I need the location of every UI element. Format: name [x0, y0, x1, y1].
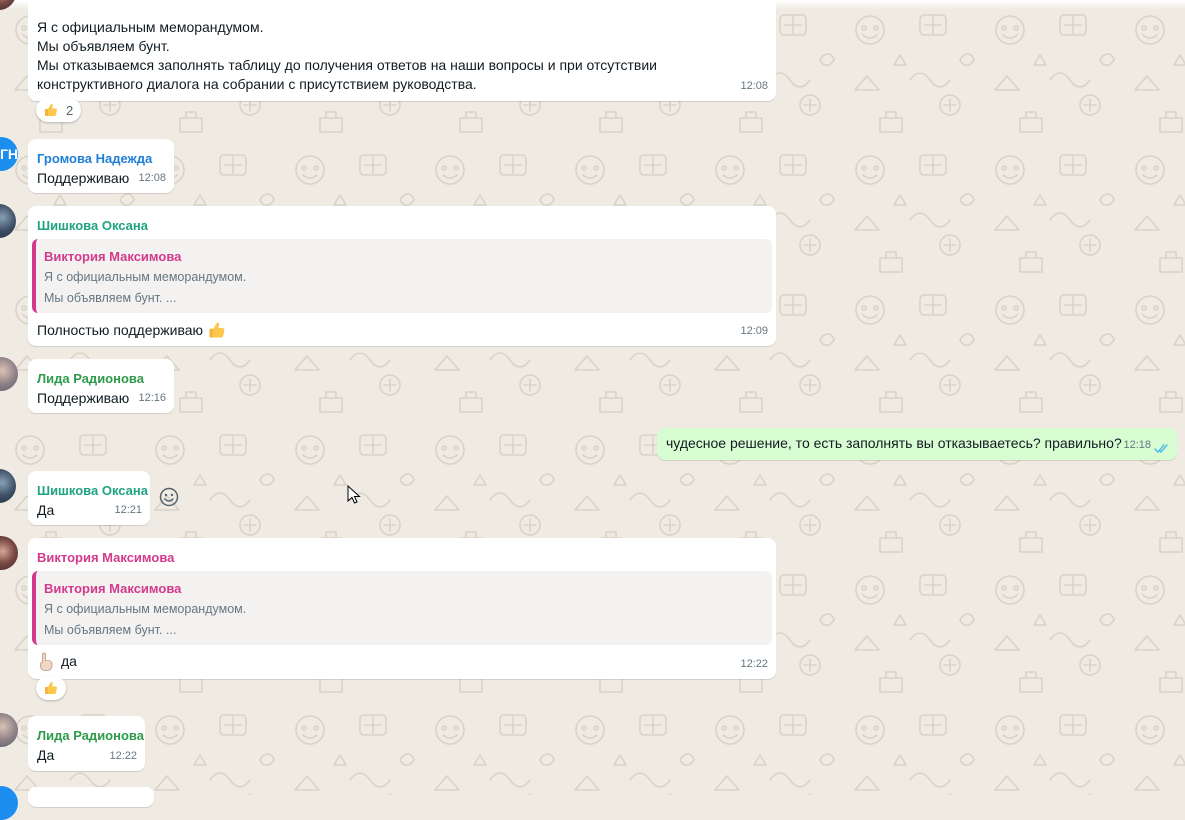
message-bubble-partial[interactable]: [28, 787, 154, 807]
reaction-badge[interactable]: 2: [36, 98, 81, 122]
message-time: 12:09: [740, 325, 768, 337]
thumbs-up-icon: [209, 322, 225, 338]
message-text: чудесное решение, то есть заполнять вы о…: [666, 435, 1122, 451]
quote-sender: Виктория Максимова: [44, 249, 182, 264]
sender-name[interactable]: Громова Надежда: [37, 149, 152, 168]
message-time: 12:08: [740, 80, 768, 92]
sender-name[interactable]: Лида Радионова: [37, 369, 144, 388]
smiley-icon[interactable]: [158, 486, 180, 508]
message-bubble[interactable]: Громова Надежда Поддерживаю 12:08: [28, 139, 174, 193]
message-text: Поддерживаю: [37, 170, 130, 186]
message-text: Да: [37, 747, 55, 763]
quote-line: Мы объявляем бунт. ...: [44, 291, 177, 305]
reaction-count: 2: [66, 102, 74, 118]
message-time: 12:08: [138, 172, 166, 184]
message-line: конструктивного диалога на собрании с пр…: [37, 76, 477, 92]
message-text: Полностью поддерживаю: [37, 321, 204, 338]
message-text-row: Полностью поддерживаю: [37, 320, 227, 340]
avatar-initials: ГН: [0, 146, 18, 162]
quoted-message[interactable]: Виктория Максимова Я с официальным мемор…: [32, 239, 772, 313]
thumbs-up-icon: [45, 682, 57, 694]
reaction-badge[interactable]: [36, 676, 66, 700]
message-time: 12:18: [1123, 439, 1151, 451]
message-bubble-memorandum[interactable]: Я с официальным меморандумом. Мы объявля…: [28, 0, 776, 101]
message-text-row: да: [37, 651, 77, 671]
outgoing-message-bubble[interactable]: чудесное решение, то есть заполнять вы о…: [657, 428, 1177, 460]
double-check-icon: [1154, 444, 1168, 454]
message-text: Поддерживаю: [37, 390, 130, 406]
message-time: 12:16: [138, 392, 166, 404]
message-time: 12:22: [740, 658, 768, 670]
message-line: Мы объявляем бунт.: [37, 38, 170, 54]
message-bubble[interactable]: Лида Радионова Поддерживаю 12:16: [28, 359, 174, 413]
message-text: да: [61, 652, 77, 669]
sender-name[interactable]: Шишкова Оксана: [37, 216, 148, 235]
sender-name[interactable]: Виктория Максимова: [37, 548, 174, 567]
quote-sender: Виктория Максимова: [44, 581, 182, 596]
message-bubble[interactable]: Шишкова Оксана Виктория Максимова Я с оф…: [28, 206, 776, 346]
message-time: 12:21: [114, 504, 142, 516]
hand-pointing-up-icon: [40, 652, 53, 671]
message-bubble[interactable]: Шишкова Оксана Да 12:21: [28, 471, 150, 525]
quoted-message[interactable]: Виктория Максимова Я с официальным мемор…: [32, 571, 772, 645]
message-time: 12:22: [109, 750, 137, 762]
quote-line: Я с официальным меморандумом.: [44, 602, 247, 616]
thumbs-up-icon: [45, 104, 57, 116]
message-bubble[interactable]: Лида Радионова Да 12:22: [28, 716, 145, 771]
quote-line: Я с официальным меморандумом.: [44, 270, 247, 284]
sender-name[interactable]: Лида Радионова: [37, 726, 144, 745]
quote-line: Мы объявляем бунт. ...: [44, 623, 177, 637]
message-bubble[interactable]: Виктория Максимова Виктория Максимова Я …: [28, 538, 776, 679]
message-text: Да: [37, 502, 55, 518]
message-line: Мы отказываемся заполнять таблицу до пол…: [37, 57, 658, 73]
message-line: Я с официальным меморандумом.: [37, 19, 264, 35]
sender-name[interactable]: Шишкова Оксана: [37, 481, 148, 500]
mouse-cursor-icon: [347, 485, 361, 504]
